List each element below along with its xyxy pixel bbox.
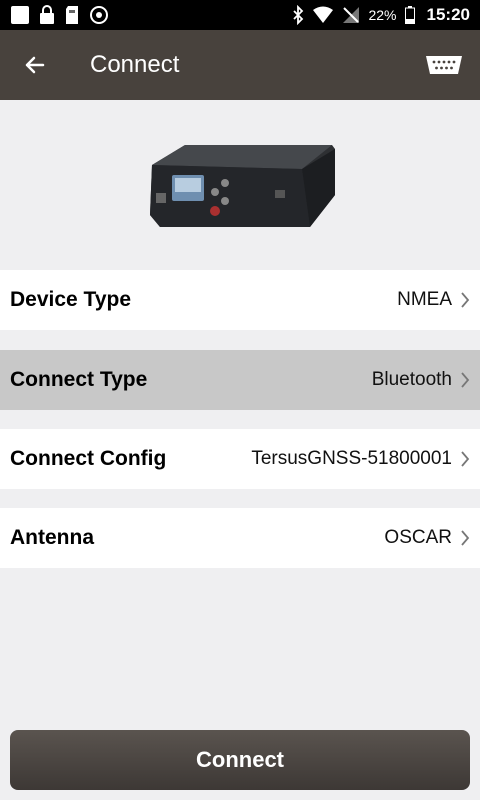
row-value: Bluetooth [371, 369, 452, 390]
arrow-left-icon [25, 56, 45, 74]
notification-square-icon [10, 5, 30, 25]
row-label: Device Type [10, 288, 132, 311]
wifi-icon [312, 6, 334, 24]
lock-icon [39, 5, 55, 25]
chevron-right-icon [460, 450, 470, 468]
no-signal-icon [342, 6, 360, 24]
connect-config-row[interactable]: Connect Config TersusGNSS-51800001 [0, 429, 480, 489]
device-type-row[interactable]: Device Type NMEA [0, 270, 480, 330]
chevron-right-icon [460, 371, 470, 389]
back-button[interactable] [0, 30, 70, 100]
app-bar: Connect [0, 30, 480, 100]
chevron-right-icon [460, 529, 470, 547]
page-title: Connect [90, 51, 180, 78]
connect-type-row[interactable]: Connect Type Bluetooth [0, 350, 480, 410]
row-value: OSCAR [384, 527, 452, 548]
serial-port-button[interactable] [422, 45, 466, 85]
bluetooth-icon [292, 5, 304, 25]
serial-port-icon [426, 56, 462, 74]
battery-percent: 22% [368, 7, 397, 23]
row-value: TersusGNSS-51800001 [251, 448, 452, 469]
gps-target-icon [89, 5, 109, 25]
device-image-area [0, 100, 480, 270]
row-label: Connect Type [10, 368, 148, 391]
clock: 15:20 [426, 5, 470, 24]
row-value: NMEA [397, 289, 452, 310]
connect-button[interactable]: Connect [10, 730, 470, 790]
antenna-row[interactable]: Antenna OSCAR [0, 508, 480, 568]
chevron-right-icon [460, 291, 470, 309]
row-label: Antenna [10, 526, 94, 549]
status-bar: 22% 15:20 [0, 0, 480, 30]
sd-card-icon [64, 5, 80, 25]
row-label: Connect Config [10, 447, 167, 470]
battery-icon [404, 6, 415, 24]
gnss-receiver-image [150, 145, 335, 227]
